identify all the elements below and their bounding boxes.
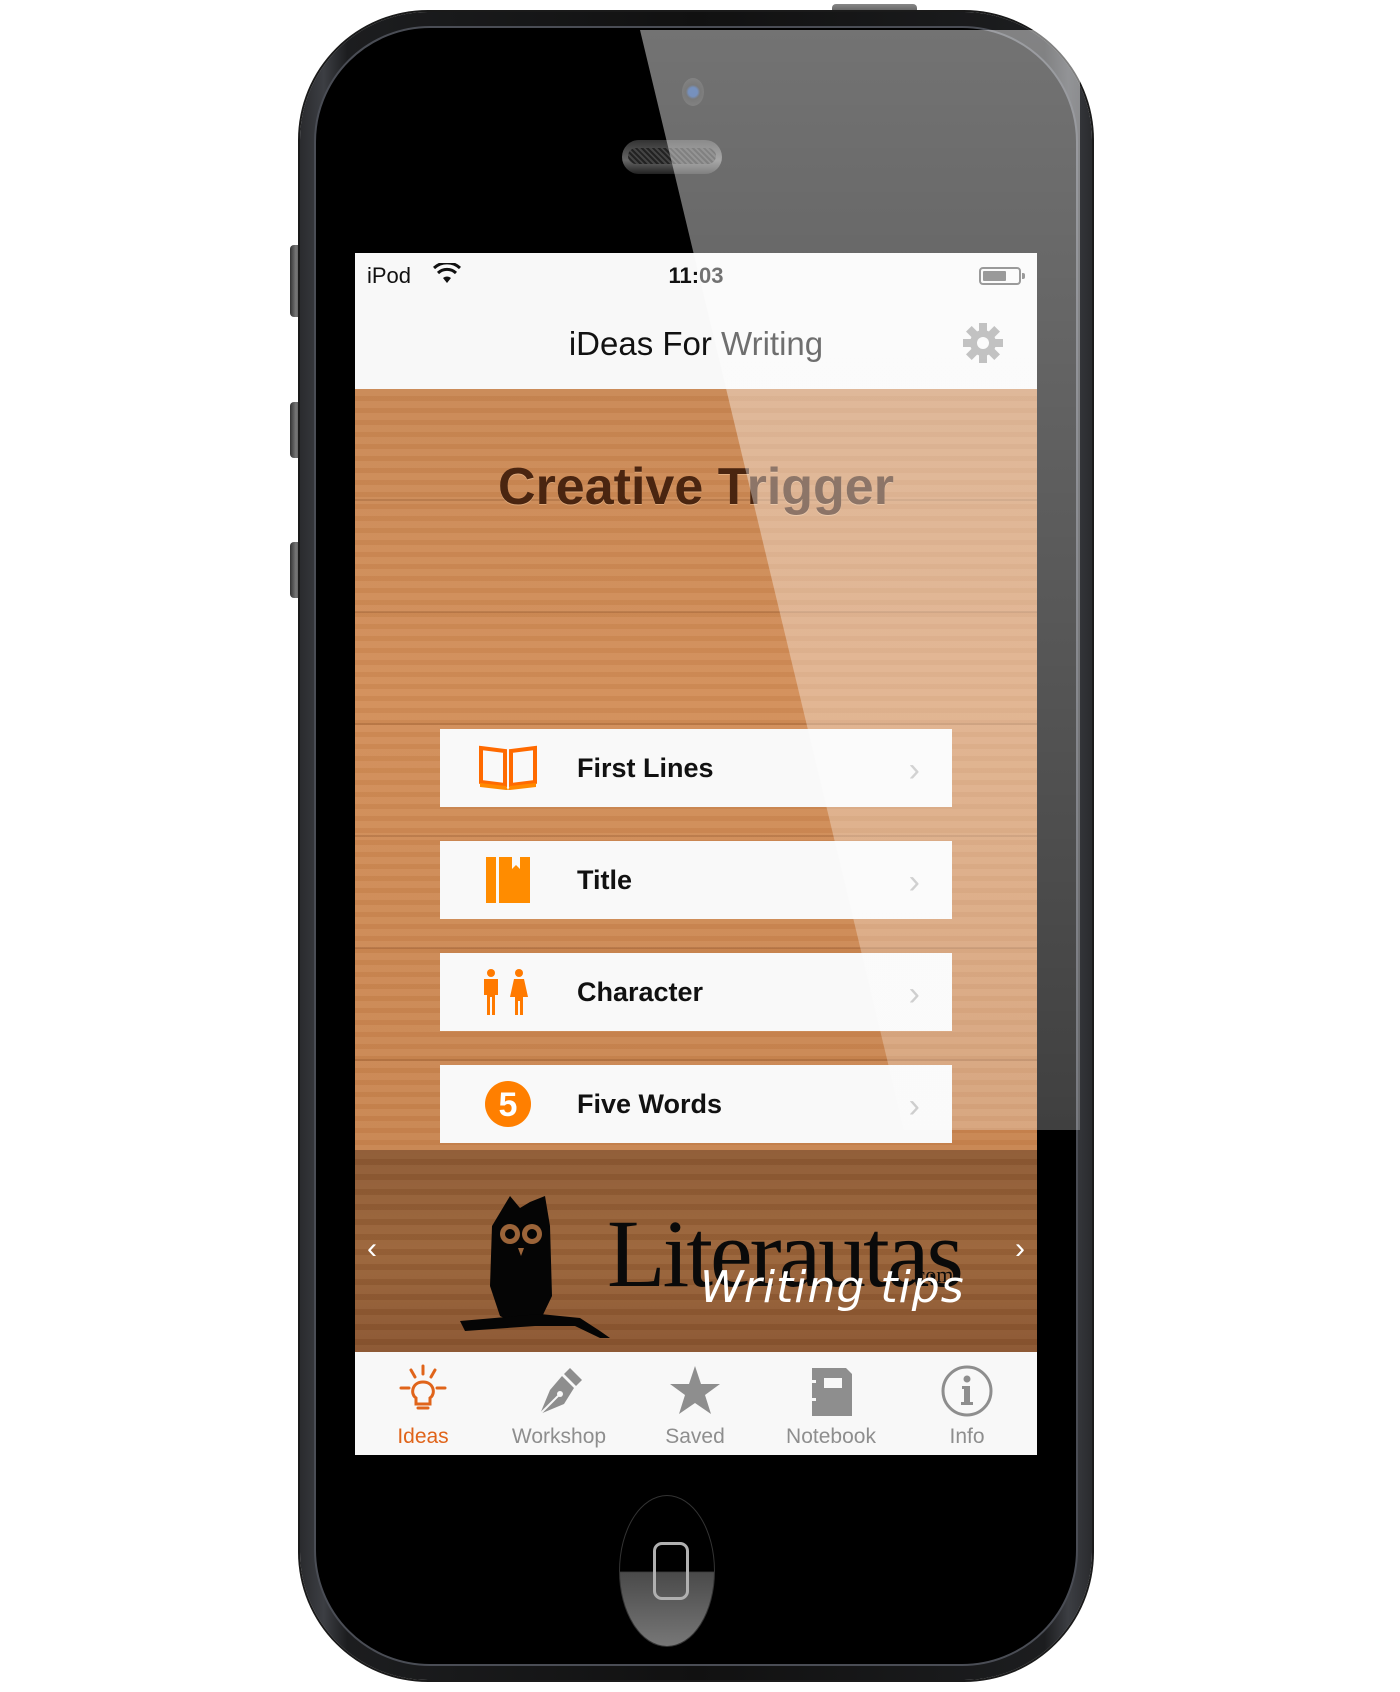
menu-item-label: First Lines (577, 753, 714, 783)
svg-text:5: 5 (499, 1086, 518, 1124)
tab-label: Info (949, 1425, 985, 1448)
tab-workshop[interactable]: Workshop (491, 1352, 627, 1455)
notebook-icon (810, 1368, 852, 1416)
banner-next-button[interactable]: › (1015, 1232, 1025, 1266)
chevron-right-icon: › (908, 975, 920, 1013)
app-screen: iPod 11:03 iDeas For Writing Creative Tr (355, 253, 1037, 1455)
tab-info[interactable]: Info (899, 1352, 1035, 1455)
navigation-bar: iDeas For Writing (355, 297, 1037, 389)
brand-tagline: Writing tips (700, 1262, 965, 1313)
menu-item-label: Title (577, 865, 633, 895)
info-icon (941, 1365, 993, 1417)
menu-item-character[interactable]: Character › (440, 953, 952, 1031)
menu-item-first-lines[interactable]: First Lines › (440, 729, 952, 807)
home-square-icon (653, 1542, 689, 1600)
chevron-right-icon: › (908, 863, 920, 901)
tab-saved[interactable]: Saved (627, 1352, 763, 1455)
home-button[interactable] (619, 1495, 715, 1647)
banner-prev-button[interactable]: ‹ (367, 1232, 377, 1266)
star-icon (670, 1366, 720, 1414)
tab-notebook[interactable]: Notebook (763, 1352, 899, 1455)
tab-label: Workshop (511, 1425, 607, 1448)
pen-nib-icon (539, 1368, 582, 1415)
tab-label: Saved (665, 1425, 725, 1448)
nav-title: iDeas For Writing (568, 325, 824, 362)
tab-ideas[interactable]: Ideas (355, 1352, 491, 1455)
menu-item-label: Five Words (577, 1089, 723, 1119)
earpiece-speaker (622, 140, 722, 174)
status-bar: iPod 11:03 (355, 253, 1037, 297)
chevron-right-icon: › (908, 751, 920, 789)
number-five-icon: 5 (485, 1081, 531, 1127)
hero-title: Creative Trigger (498, 458, 894, 516)
settings-button[interactable] (961, 321, 1005, 365)
wood-background: Creative Trigger First Lines › Title › C… (355, 389, 1037, 1150)
open-book-icon (479, 745, 537, 790)
people-icon (484, 969, 528, 1015)
gear-icon (963, 323, 1003, 363)
bookmark-book-icon (486, 857, 530, 903)
ad-banner[interactable]: ‹ Literautas .com Writing tips › (355, 1150, 1037, 1352)
battery-icon (979, 267, 1025, 285)
menu-item-label: Character (577, 977, 704, 1007)
tab-label: Notebook (786, 1425, 876, 1448)
clock: 11:03 (668, 263, 724, 288)
tab-bar: Ideas Workshop Saved Notebook Info (355, 1352, 1037, 1455)
lightbulb-icon (399, 1364, 447, 1410)
chevron-right-icon: › (908, 1087, 920, 1125)
front-camera (682, 78, 704, 106)
menu-item-title[interactable]: Title › (440, 841, 952, 919)
tab-label: Ideas (397, 1425, 449, 1448)
menu-item-five-words[interactable]: 5 Five Words › (440, 1065, 952, 1143)
